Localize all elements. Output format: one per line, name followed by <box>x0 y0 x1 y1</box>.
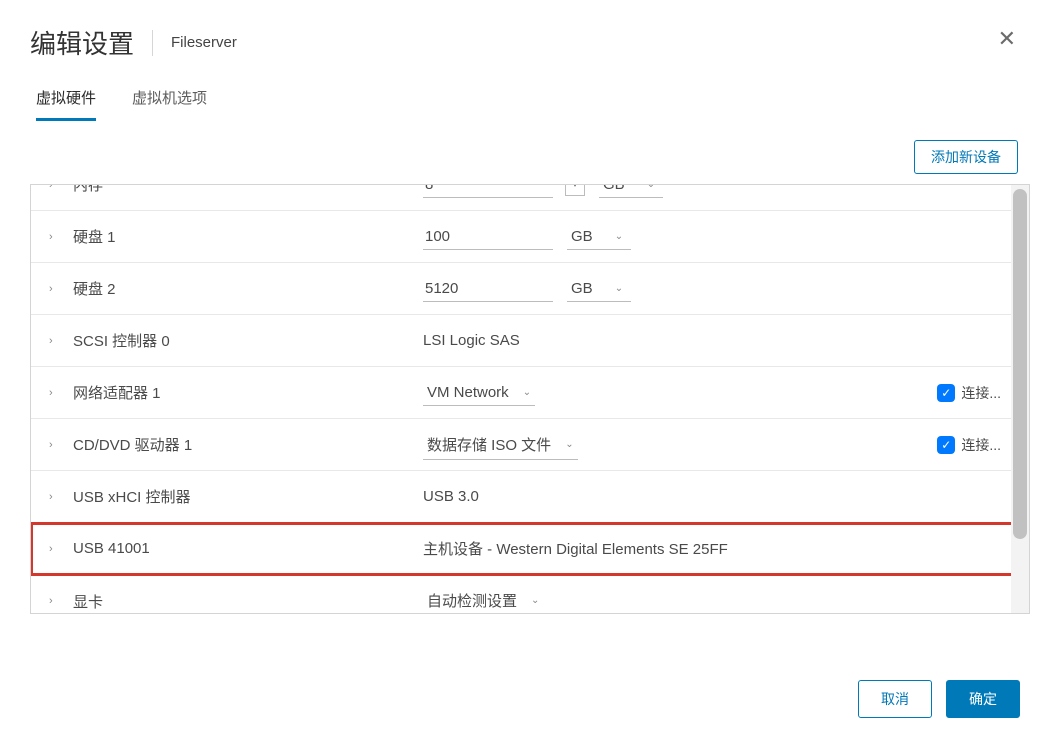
row-label: SCSI 控制器 0 <box>73 330 423 351</box>
row-value: GB ⌄ <box>423 276 1001 302</box>
tab-vm-options[interactable]: 虚拟机选项 <box>132 87 207 121</box>
video-card-select[interactable]: 自动检测设置 ⌄ <box>423 586 543 614</box>
row-label: USB xHCI 控制器 <box>73 486 423 507</box>
row-value: 数据存储 ISO 文件 ⌄ <box>423 430 937 460</box>
row-usb-41001[interactable]: › USB 41001 主机设备 - Western Digital Eleme… <box>31 523 1029 575</box>
row-value: 自动检测设置 ⌄ <box>423 586 1001 614</box>
row-cddvd-drive-1[interactable]: › CD/DVD 驱动器 1 数据存储 ISO 文件 ⌄ ✓ 连接... <box>31 419 1029 471</box>
connected-label: 连接... <box>961 383 1001 403</box>
add-device-button[interactable]: 添加新设备 <box>914 140 1018 174</box>
chevron-down-icon: ⌄ <box>531 595 539 606</box>
row-memory[interactable]: › 内存 ▾ GB ⌄ <box>31 184 1029 211</box>
disk1-size-input[interactable] <box>423 224 553 250</box>
row-value: 主机设备 - Western Digital Elements SE 25FF <box>423 538 1001 559</box>
network-select[interactable]: VM Network ⌄ <box>423 380 535 406</box>
scrollbar[interactable] <box>1011 185 1029 613</box>
chevron-right-icon: › <box>49 439 63 451</box>
row-label: 网络适配器 1 <box>73 382 423 403</box>
row-extra: ✓ 连接... <box>937 383 1001 403</box>
modal-title: 编辑设置 <box>30 24 134 61</box>
row-label: 硬盘 2 <box>73 278 423 299</box>
row-value: VM Network ⌄ <box>423 380 937 406</box>
row-label: 内存 <box>73 184 423 195</box>
row-value: USB 3.0 <box>423 488 1001 505</box>
modal-header: 编辑设置 Fileserver <box>0 0 1048 69</box>
chevron-right-icon: › <box>49 491 63 503</box>
memory-input[interactable] <box>423 184 553 198</box>
row-label: 硬盘 1 <box>73 226 423 247</box>
connected-label: 连接... <box>961 435 1001 455</box>
chevron-down-icon: ⌄ <box>615 283 623 294</box>
chevron-down-icon: ⌄ <box>647 184 655 190</box>
row-disk-1[interactable]: › 硬盘 1 GB ⌄ <box>31 211 1029 263</box>
chevron-down-icon: ⌄ <box>565 439 573 450</box>
connected-checkbox[interactable]: ✓ <box>937 384 955 402</box>
chevron-right-icon: › <box>49 335 63 347</box>
row-network-adapter-1[interactable]: › 网络适配器 1 VM Network ⌄ ✓ 连接... <box>31 367 1029 419</box>
chevron-down-icon: ⌄ <box>523 387 531 398</box>
memory-unit-select[interactable]: GB ⌄ <box>599 184 663 198</box>
hardware-panel: › 内存 ▾ GB ⌄ › 硬盘 1 <box>30 184 1030 614</box>
disk2-unit-select[interactable]: GB ⌄ <box>567 276 631 302</box>
select-value: 自动检测设置 <box>427 590 517 611</box>
chevron-right-icon: › <box>49 595 63 607</box>
memory-stepper[interactable]: ▾ <box>565 184 585 196</box>
modal-footer: 取消 确定 <box>858 680 1020 718</box>
select-value: 数据存储 ISO 文件 <box>427 434 551 455</box>
chevron-right-icon: › <box>49 543 63 555</box>
hardware-list: › 内存 ▾ GB ⌄ › 硬盘 1 <box>31 184 1029 614</box>
chevron-right-icon: › <box>49 283 63 295</box>
tabs: 虚拟硬件 虚拟机选项 <box>0 69 1048 122</box>
chevron-down-icon: ⌄ <box>615 231 623 242</box>
row-extra: ✓ 连接... <box>937 435 1001 455</box>
cddvd-select[interactable]: 数据存储 ISO 文件 ⌄ <box>423 430 578 460</box>
chevron-right-icon: › <box>49 231 63 243</box>
row-value: LSI Logic SAS <box>423 332 1001 349</box>
row-scsi-controller-0[interactable]: › SCSI 控制器 0 LSI Logic SAS <box>31 315 1029 367</box>
hardware-panel-wrap: › 内存 ▾ GB ⌄ › 硬盘 1 <box>0 184 1048 614</box>
ok-button[interactable]: 确定 <box>946 680 1020 718</box>
cancel-button[interactable]: 取消 <box>858 680 932 718</box>
chevron-right-icon: › <box>49 387 63 399</box>
modal-subtitle: Fileserver <box>171 34 237 51</box>
scroll-thumb[interactable] <box>1013 189 1027 539</box>
disk1-unit-select[interactable]: GB ⌄ <box>567 224 631 250</box>
edit-settings-modal: 编辑设置 Fileserver ✕ 虚拟硬件 虚拟机选项 添加新设备 › 内存 … <box>0 0 1048 740</box>
connected-checkbox[interactable]: ✓ <box>937 436 955 454</box>
row-video-card[interactable]: › 显卡 自动检测设置 ⌄ <box>31 575 1029 614</box>
row-disk-2[interactable]: › 硬盘 2 GB ⌄ <box>31 263 1029 315</box>
add-device-row: 添加新设备 <box>0 122 1048 184</box>
unit-label: GB <box>571 280 593 297</box>
unit-label: GB <box>603 184 625 193</box>
disk2-size-input[interactable] <box>423 276 553 302</box>
title-separator <box>152 30 153 56</box>
tab-virtual-hardware[interactable]: 虚拟硬件 <box>36 87 96 121</box>
row-usb-xhci-controller[interactable]: › USB xHCI 控制器 USB 3.0 <box>31 471 1029 523</box>
row-label: USB 41001 <box>73 540 423 557</box>
close-icon[interactable]: ✕ <box>998 28 1016 50</box>
row-value: ▾ GB ⌄ <box>423 184 1001 198</box>
unit-label: GB <box>571 228 593 245</box>
chevron-right-icon: › <box>49 184 63 191</box>
row-value: GB ⌄ <box>423 224 1001 250</box>
row-label: 显卡 <box>73 591 423 612</box>
select-value: VM Network <box>427 384 509 401</box>
row-label: CD/DVD 驱动器 1 <box>73 434 423 455</box>
